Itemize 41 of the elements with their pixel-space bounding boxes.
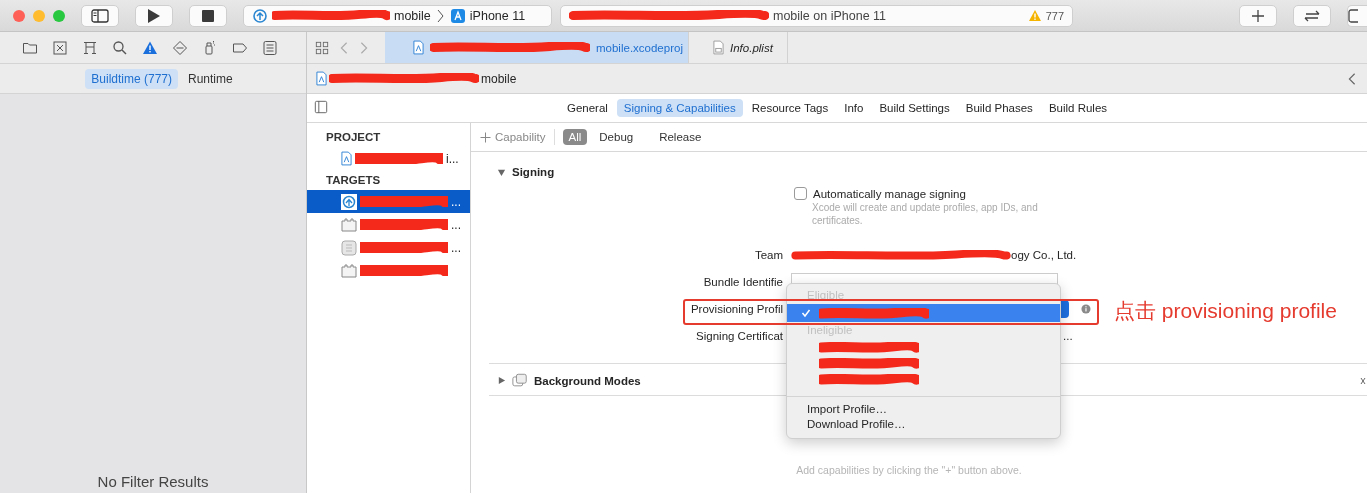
field-label: Provisioning Profil — [689, 303, 783, 315]
settings-tab[interactable]: Build Rules — [1041, 99, 1115, 117]
breadcrumb[interactable]: mobile — [481, 71, 517, 86]
configuration-filter[interactable]: Debug — [593, 129, 640, 145]
menu-item[interactable]: Import Profile… — [787, 402, 1060, 417]
add-capability-button[interactable]: Capability — [480, 131, 546, 143]
target-item[interactable]: ... — [307, 190, 470, 213]
target-item[interactable]: ... — [307, 213, 470, 236]
field-label: Bundle Identifie — [702, 276, 783, 288]
editor-tab[interactable]: mobile.xcodeproj — [385, 32, 689, 63]
section-header: PROJECT — [325, 130, 382, 145]
target-item[interactable]: ... — [307, 236, 470, 259]
annotation-text: 点击 provisioning profile — [1114, 298, 1337, 324]
settings-tab[interactable]: Build Settings — [872, 99, 957, 117]
activity-text: mobile on iPhone 11 — [773, 8, 887, 23]
warning-count: 777 — [1045, 9, 1064, 22]
configuration-filter[interactable]: Release — [653, 129, 708, 145]
section-header: TARGETS — [325, 173, 382, 188]
settings-tab[interactable]: General — [559, 99, 615, 117]
field-label: Signing Certificat — [695, 330, 783, 342]
filter-tab[interactable]: Runtime — [182, 68, 239, 89]
settings-tab[interactable]: Signing & Capabilities — [616, 99, 743, 117]
menu-item[interactable]: Download Profile… — [787, 417, 1060, 432]
filter-tab[interactable]: Buildtime (777) — [85, 68, 178, 89]
target-item[interactable]: i... — [307, 147, 470, 170]
checkbox-label: Automatically manage signing — [813, 187, 966, 200]
settings-tab[interactable]: Resource Tags — [744, 99, 836, 117]
section-title: Background Modes — [534, 374, 641, 387]
field-value: ... — [1063, 330, 1073, 342]
scheme-name: mobile — [394, 8, 431, 23]
section-title: Signing — [512, 166, 555, 178]
field-value: ogy Co., Ltd. — [1011, 249, 1077, 261]
scheme-selector[interactable]: mobile iPhone 11 — [243, 4, 552, 27]
device-name: iPhone 11 — [469, 8, 526, 23]
settings-tab[interactable]: Build Phases — [958, 99, 1040, 117]
hint-text: Xcode will create and update profiles, app IDs, and certificates. — [812, 201, 1039, 227]
settings-tab[interactable]: Info — [837, 99, 871, 117]
hint-text: Add capabilities by clicking the "+" button above. — [795, 464, 1023, 476]
field-label: Team — [753, 249, 783, 261]
empty-message: No Filter Results — [97, 473, 209, 490]
editor-tab[interactable]: Info.plist — [689, 32, 788, 63]
